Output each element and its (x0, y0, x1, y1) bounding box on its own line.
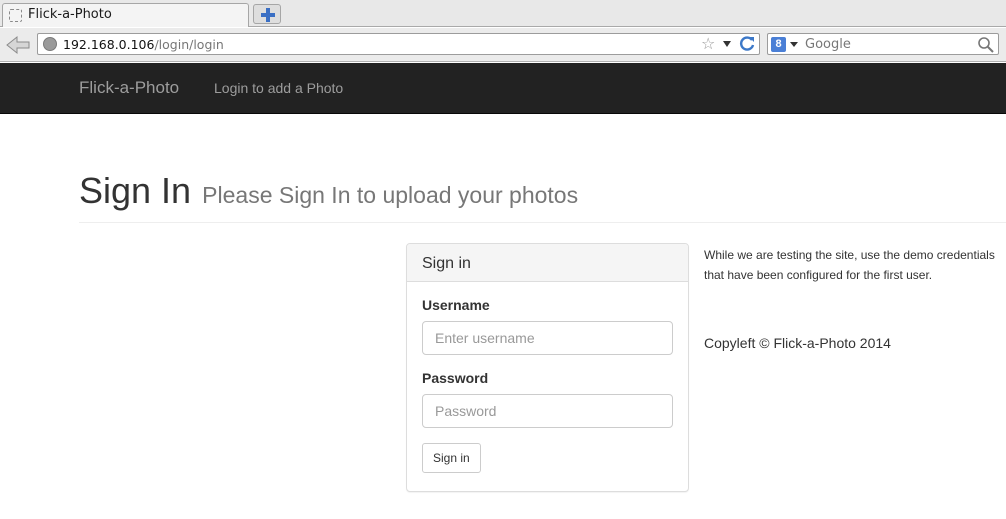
page-title: Sign In (79, 170, 192, 211)
plus-icon (261, 8, 275, 22)
google-engine-icon[interactable]: 8 (771, 37, 786, 52)
browser-toolbar: 192.168.0.106/login/login ☆ 8 Google (0, 28, 1006, 62)
nav-link-login[interactable]: Login to add a Photo (214, 80, 343, 96)
reload-icon[interactable] (738, 35, 756, 53)
page-header: Sign In Please Sign In to upload your ph… (79, 170, 1006, 223)
tab-title: Flick-a-Photo (28, 7, 112, 22)
bookmark-star-icon[interactable]: ☆ (701, 36, 715, 52)
url-host: 192.168.0.106 (63, 37, 155, 52)
search-icon[interactable] (977, 36, 995, 54)
username-label: Username (422, 297, 490, 313)
signin-form: Username Password Sign in (407, 282, 688, 488)
demo-credentials-note: While we are testing the site, use the d… (704, 248, 995, 282)
url-text: 192.168.0.106/login/login (63, 37, 224, 52)
site-navbar: Flick-a-Photo Login to add a Photo (0, 63, 1006, 114)
copyleft-text: Copyleft © Flick-a-Photo 2014 (704, 335, 891, 351)
url-path: /login/login (154, 37, 224, 52)
history-dropdown-icon[interactable] (723, 41, 731, 47)
browser-tab[interactable]: Flick-a-Photo (2, 3, 249, 27)
password-label: Password (422, 370, 489, 386)
search-bar[interactable]: 8 Google (767, 33, 999, 55)
browser-tab-bar: Flick-a-Photo (0, 0, 1006, 27)
panel-heading: Sign in (407, 244, 688, 282)
blank-page-icon (9, 9, 22, 22)
back-button[interactable] (4, 33, 32, 57)
address-bar[interactable]: 192.168.0.106/login/login ☆ (37, 33, 760, 55)
brand-link[interactable]: Flick-a-Photo (79, 78, 179, 98)
new-tab-button[interactable] (253, 4, 281, 24)
back-arrow-icon (6, 35, 30, 55)
page-subtitle: Please Sign In to upload your photos (202, 182, 579, 208)
globe-icon (43, 37, 57, 51)
panel-title: Sign in (422, 255, 471, 272)
username-input[interactable] (422, 321, 673, 355)
password-input[interactable] (422, 394, 673, 428)
engine-dropdown-icon[interactable] (790, 42, 798, 47)
signin-button[interactable]: Sign in (422, 443, 481, 473)
signin-panel: Sign in Username Password Sign in (406, 243, 689, 492)
search-placeholder: Google (805, 37, 851, 52)
